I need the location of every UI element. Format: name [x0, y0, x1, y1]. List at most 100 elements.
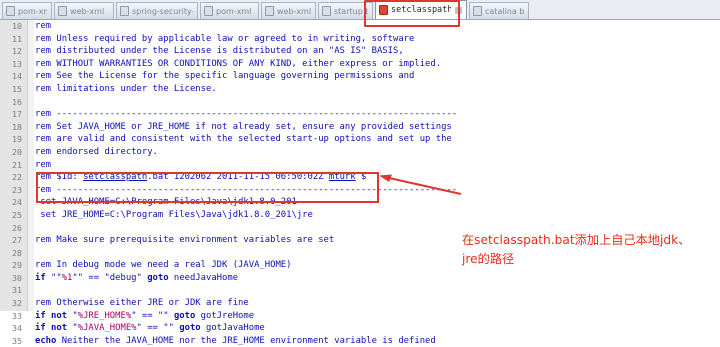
line-number: 21 — [12, 159, 22, 170]
code-token: rem Set JAVA_HOME or JRE_HOME if not alr… — [35, 121, 452, 132]
line-number: 22 — [12, 172, 22, 183]
tab-label: pom-xml — [18, 6, 47, 16]
tab-label: catalina bat — [485, 6, 524, 16]
line-number: 19 — [12, 134, 22, 145]
code-line: 12 rem distributed under the License is d… — [0, 45, 720, 58]
code-text: rem — [35, 20, 51, 33]
file-icon — [322, 6, 331, 16]
tab-spring-security-xml[interactable]: spring-security-xml — [116, 2, 198, 19]
line-number: 24 — [12, 197, 22, 208]
line-number: 29 — [12, 260, 22, 271]
code-token: set JRE_HOME=C:\Program Files\Java\jdk1.… — [35, 209, 313, 220]
code-text: rem — [35, 159, 51, 172]
code-token: " == "" — [136, 323, 180, 334]
tab-catalina-bat[interactable]: catalina bat — [469, 2, 529, 19]
code-token: if not — [35, 310, 68, 321]
code-token: gotJavaHome — [200, 323, 265, 334]
line-number: 15 — [12, 83, 22, 94]
code-token: %1 — [61, 272, 73, 283]
annotation-text: 在setclasspath.bat添加上自己本地jdk、 jre的路径 — [462, 231, 692, 269]
code-text: rem ------------------------------------… — [35, 108, 457, 121]
code-text: rem In debug mode we need a real JDK (JA… — [35, 259, 291, 272]
code-token: rem distributed under the License is dis… — [35, 46, 404, 57]
code-token: rem are valid and consistent with the se… — [35, 134, 452, 145]
code-text: if ""%1"" == "debug" goto needJavaHome — [35, 272, 238, 285]
line-number: 31 — [12, 285, 22, 296]
line-number: 34 — [12, 323, 22, 334]
code-text: rem Unless required by applicable law or… — [35, 33, 414, 46]
tab-highlight-box — [364, 0, 460, 27]
line-number: 16 — [12, 96, 22, 107]
line-number: 30 — [12, 272, 22, 283]
code-token: %JAVA_HOME% — [77, 323, 137, 334]
code-token: rem Otherwise either JRE or JDK are fine — [35, 298, 249, 309]
code-token: gotJreHome — [195, 310, 255, 321]
line-number: 17 — [12, 109, 22, 120]
code-line: 13 rem WITHOUT WARRANTIES OR CONDITIONS O… — [0, 58, 720, 71]
line-number: 32 — [12, 298, 22, 309]
code-line: 32 rem Otherwise either JRE or JDK are fi… — [0, 297, 720, 310]
file-icon — [204, 6, 213, 16]
line-number: 25 — [12, 209, 22, 220]
tab-label: spring-security-xml — [132, 6, 193, 16]
code-line: 11 rem Unless required by applicable law … — [0, 33, 720, 46]
file-icon — [58, 6, 67, 16]
code-line: 34 if not "%JAVA_HOME%" == "" goto gotJav… — [0, 322, 720, 335]
code-token: if — [35, 272, 46, 283]
code-line: 19 rem are valid and consistent with the … — [0, 133, 720, 146]
code-line: 15 rem limitations under the License. — [0, 83, 720, 96]
code-token: rem endorsed directory. — [35, 146, 158, 157]
tab-label: web-xml — [70, 6, 105, 16]
code-line: 30 if ""%1"" == "debug" goto needJavaHome — [0, 272, 720, 285]
code-highlight-box — [36, 172, 379, 203]
line-number: 12 — [12, 46, 22, 57]
file-icon — [473, 6, 482, 16]
line-number: 33 — [12, 310, 22, 321]
code-text: set JRE_HOME=C:\Program Files\Java\jdk1.… — [35, 209, 313, 222]
code-token: " — [67, 310, 78, 321]
code-line: 21 rem — [0, 159, 720, 172]
code-token: "" — [45, 272, 62, 283]
code-text: rem Otherwise either JRE or JDK are fine — [35, 297, 249, 310]
code-line: 35 echo Neither the JAVA_HOME nor the JRE… — [0, 335, 720, 347]
code-token: Neither the JAVA_HOME nor the JRE_HOME e… — [56, 335, 436, 346]
code-text: rem See the License for the specific lan… — [35, 70, 414, 83]
code-text: rem endorsed directory. — [35, 146, 158, 159]
tab-label: web-xml — [277, 6, 311, 16]
code-token: rem Make sure prerequisite environment v… — [35, 235, 335, 246]
code-line: 31 — [0, 284, 720, 297]
code-line: 25 set JRE_HOME=C:\Program Files\Java\jd… — [0, 209, 720, 222]
code-token: if not — [35, 323, 68, 334]
code-line: 16 — [0, 96, 720, 109]
code-line: 33 if not "%JRE_HOME%" == "" goto gotJreH… — [0, 310, 720, 323]
code-line: 14 rem See the License for the specific l… — [0, 70, 720, 83]
code-token: goto — [147, 272, 169, 283]
code-token: rem — [35, 21, 52, 31]
line-number: 23 — [12, 184, 22, 195]
line-number: 20 — [12, 146, 22, 157]
line-number: 28 — [12, 247, 22, 258]
file-icon — [265, 6, 274, 16]
tab-label: pom-xml — [216, 6, 252, 16]
code-text: rem Make sure prerequisite environment v… — [35, 234, 334, 247]
tab-bar: pom-xml web-xml spring-security-xml pom-… — [0, 0, 720, 20]
code-text: rem WITHOUT WARRANTIES OR CONDITIONS OF … — [35, 58, 441, 71]
annotation-arrow — [379, 174, 462, 195]
code-token: goto — [179, 323, 201, 334]
tab-web-xml-2[interactable]: web-xml — [261, 2, 316, 19]
tab-pom-xml[interactable]: pom-xml — [2, 2, 52, 19]
tab-pom-xml-2[interactable]: pom-xml — [200, 2, 259, 19]
line-number: 27 — [12, 235, 22, 246]
line-number: 26 — [12, 222, 22, 233]
file-icon — [120, 6, 129, 16]
code-token: " == "" — [131, 310, 174, 321]
code-token: rem See the License for the specific lan… — [35, 71, 415, 82]
line-number: 14 — [12, 71, 22, 82]
code-line: 10 rem — [0, 20, 720, 33]
code-token: goto — [173, 310, 196, 321]
code-token: echo — [35, 335, 57, 346]
code-text: rem distributed under the License is dis… — [35, 45, 404, 58]
file-icon — [6, 6, 15, 16]
code-line: 20 rem endorsed directory. — [0, 146, 720, 159]
tab-web-xml[interactable]: web-xml — [54, 2, 114, 19]
